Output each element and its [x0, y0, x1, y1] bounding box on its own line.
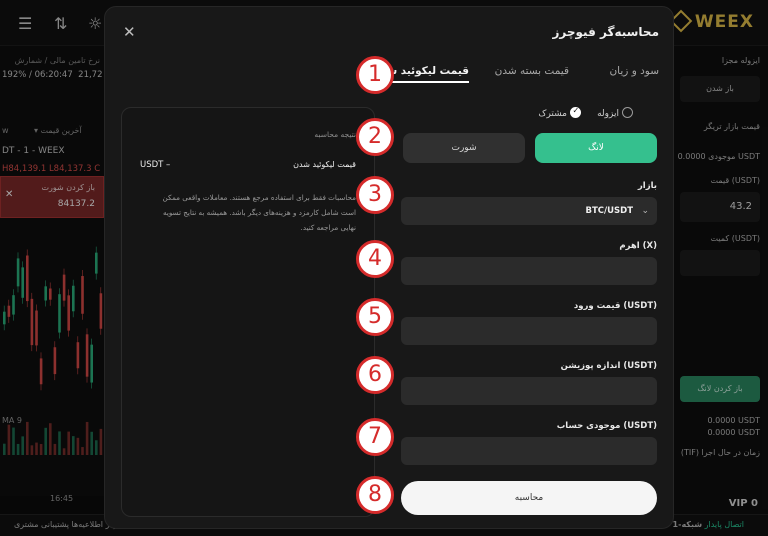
calculator-tabs: سود و زیان قیمت بسته شدن قیمت لیکوئید شد…: [359, 65, 659, 87]
market-value: BTC/USDT: [585, 206, 634, 216]
market-label: بازار: [637, 181, 657, 191]
entry-price-label: قیمت ورود (USDT): [573, 301, 657, 311]
liq-price-label: قیمت لیکوئید شدن: [293, 160, 356, 169]
chevron-down-icon: ⌄: [641, 206, 649, 216]
annotation-8: 8: [356, 476, 394, 514]
result-panel: نتیجه محاسبه قیمت لیکوئید شدن USDT – محا…: [121, 107, 375, 517]
balance-input[interactable]: [401, 437, 657, 465]
radio-cross[interactable]: مشترک: [538, 106, 581, 119]
annotation-2: 2: [356, 118, 394, 156]
close-icon[interactable]: ✕: [123, 23, 136, 41]
long-button[interactable]: لانگ: [535, 133, 657, 163]
annotation-7: 7: [356, 418, 394, 456]
modal-title: محاسبه‌گر فیوچرز: [552, 25, 659, 39]
leverage-input[interactable]: [401, 257, 657, 285]
result-row: قیمت لیکوئید شدن USDT –: [140, 160, 356, 172]
calculate-button[interactable]: محاسبه: [401, 481, 657, 515]
result-heading: نتیجه محاسبه: [314, 130, 356, 139]
tab-pnl[interactable]: سود و زیان: [609, 65, 659, 77]
leverage-label: اهرم (X): [619, 241, 657, 251]
annotation-6: 6: [356, 356, 394, 394]
tab-close-price[interactable]: قیمت بسته شدن: [495, 65, 569, 77]
entry-price-input[interactable]: [401, 317, 657, 345]
market-select[interactable]: BTC/USDT ⌄: [401, 197, 657, 225]
position-size-label: اندازه پوزیشن (USDT): [560, 361, 657, 371]
liq-price-value: USDT –: [140, 160, 171, 170]
radio-dot: [622, 107, 633, 118]
annotation-3: 3: [356, 176, 394, 214]
disclaimer-note: محاسبات فقط برای استفاده مرجع هستند. معا…: [162, 193, 356, 232]
annotation-5: 5: [356, 298, 394, 336]
short-button[interactable]: شورت: [403, 133, 525, 163]
balance-label: موجودی حساب (USDT): [556, 421, 657, 431]
radio-dot-checked: [570, 106, 581, 118]
position-size-input[interactable]: [401, 377, 657, 405]
radio-isolated[interactable]: ایزوله: [597, 107, 633, 119]
annotation-4: 4: [356, 240, 394, 278]
annotation-1: 1: [356, 56, 394, 94]
